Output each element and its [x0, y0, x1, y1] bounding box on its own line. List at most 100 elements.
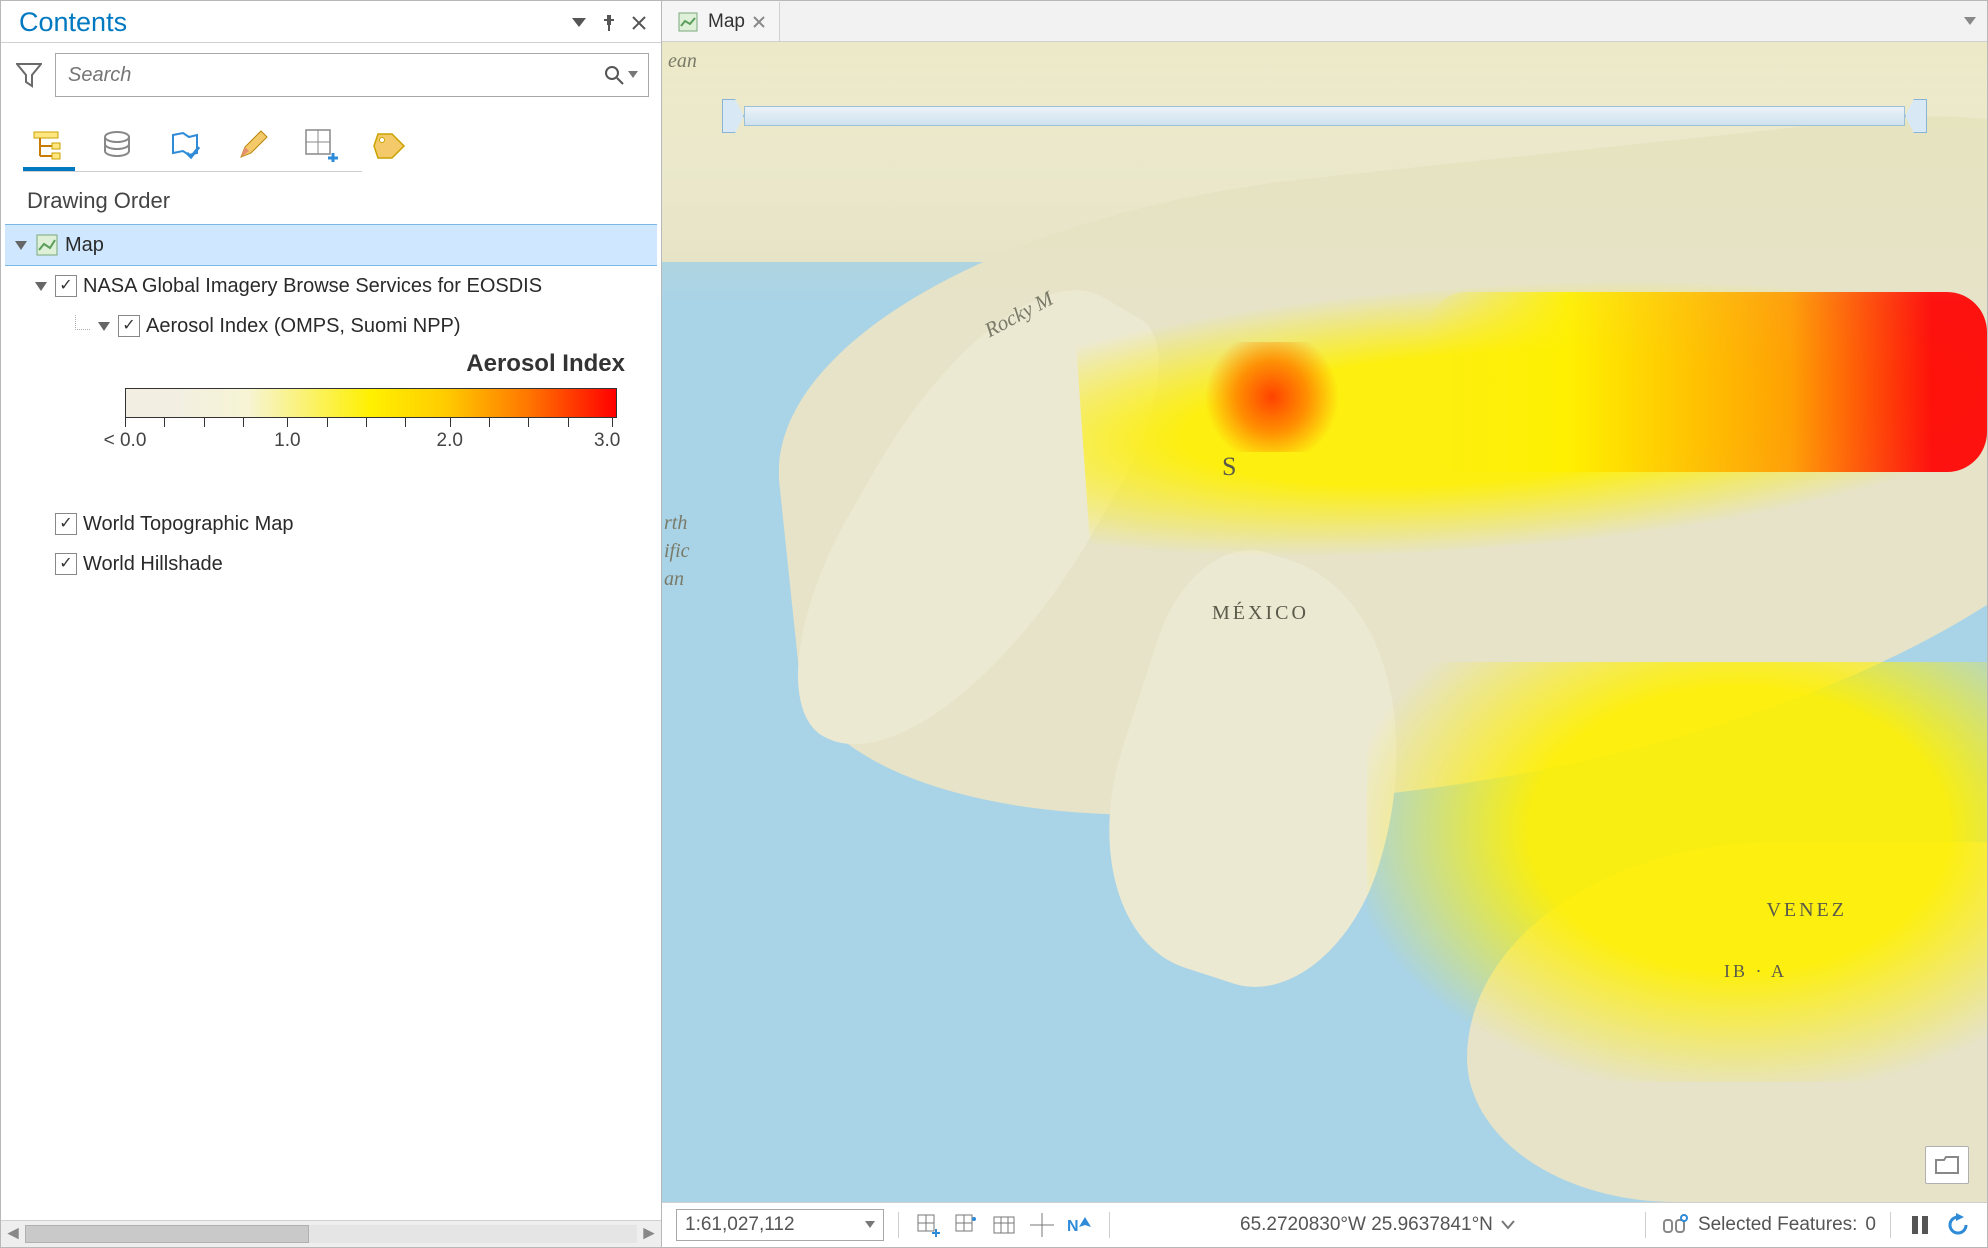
aerosol-haze-north	[662, 42, 1987, 302]
label-pacific-3: an	[664, 568, 684, 591]
label-pacific-1: rth	[664, 512, 687, 535]
caret-down-icon	[628, 71, 638, 79]
tree-map-label: Map	[65, 234, 104, 257]
caret-down-icon	[1964, 17, 1976, 25]
label-pacific-2: ific	[664, 540, 690, 563]
selected-features-label: Selected Features:	[1698, 1214, 1857, 1236]
dynamic-constraints-button[interactable]	[989, 1210, 1019, 1240]
layer-visibility-checkbox[interactable]	[55, 553, 77, 575]
time-slider-start-handle[interactable]	[722, 99, 744, 133]
legend-ticks	[125, 418, 617, 430]
layer-visibility-checkbox[interactable]	[55, 513, 77, 535]
triangle-down-icon	[35, 280, 47, 292]
map-canvas[interactable]: ean rth ific an Rocky M S MÉXICO VENEZ I…	[662, 42, 1987, 1202]
map-view-wrap: Map ean rth	[662, 0, 1988, 1248]
contents-hscrollbar[interactable]: ◄ ►	[1, 1220, 661, 1247]
legend-title: Aerosol Index	[65, 350, 637, 378]
layer-visibility-checkbox[interactable]	[55, 275, 77, 297]
list-by-labeling-button[interactable]	[369, 125, 409, 165]
legend: Aerosol Index < 0.0 1.0 2.0 3.0	[65, 350, 637, 454]
contents-header: Contents	[1, 1, 661, 43]
map-view-tab[interactable]: Map	[662, 1, 780, 41]
filter-button[interactable]	[13, 59, 45, 91]
legend-tick-0: < 0.0	[104, 430, 147, 452]
refresh-button[interactable]	[1943, 1210, 1973, 1240]
triangle-down-icon	[15, 239, 27, 251]
list-by-selection-button[interactable]	[165, 125, 205, 165]
tree-basemap2-node[interactable]: World Hillshade	[5, 544, 657, 584]
pencil-icon	[237, 129, 269, 161]
map-icon	[676, 10, 700, 34]
legend-tick-1: 1.0	[274, 430, 300, 452]
tree-basemap1-node[interactable]: World Topographic Map	[5, 504, 657, 544]
basemap-gallery-button[interactable]	[1925, 1146, 1969, 1184]
map-scale-input[interactable]: 1:61,027,112	[676, 1209, 884, 1241]
tree-basemap2-label: World Hillshade	[83, 553, 223, 576]
tree-service-node[interactable]: NASA Global Imagery Browse Services for …	[5, 266, 657, 306]
layer-visibility-checkbox[interactable]	[118, 315, 140, 337]
autohide-button[interactable]	[597, 11, 621, 35]
selection-binoculars-icon	[1662, 1214, 1688, 1236]
north-arrow-icon: N	[1067, 1213, 1093, 1237]
chevron-down-icon	[1501, 1220, 1515, 1230]
pause-drawing-button[interactable]	[1905, 1210, 1935, 1240]
search-box[interactable]	[55, 53, 649, 97]
sep	[1890, 1212, 1891, 1238]
pin-icon	[602, 15, 616, 31]
label-mexico: MÉXICO	[1212, 602, 1309, 625]
aerosol-plume-3	[1367, 662, 1987, 1082]
legend-tick-2: 2.0	[437, 430, 463, 452]
search-row	[1, 43, 661, 105]
table-icon	[992, 1213, 1016, 1237]
scroll-left-icon[interactable]: ◄	[1, 1221, 25, 1247]
label-us: S	[1222, 452, 1239, 482]
label-arctic: ean	[668, 50, 697, 73]
map-tab-label: Map	[708, 11, 745, 33]
scroll-right-icon[interactable]: ►	[637, 1221, 661, 1247]
north-arrow-button[interactable]: N	[1065, 1210, 1095, 1240]
crosshair-icon	[1030, 1213, 1054, 1237]
selected-features-count: 0	[1865, 1214, 1876, 1236]
scale-value: 1:61,027,112	[685, 1214, 795, 1236]
app-root: Contents	[0, 0, 1988, 1248]
list-by-drawing-order-button[interactable]	[29, 125, 69, 165]
search-input[interactable]	[66, 63, 604, 88]
view-menu-button[interactable]	[1953, 1, 1987, 41]
snapping-button[interactable]	[913, 1210, 943, 1240]
close-tab-button[interactable]	[753, 16, 765, 28]
label-ibra: IB · A	[1724, 961, 1787, 982]
grid-sparkle-icon	[954, 1213, 978, 1237]
tree-connector-icon	[75, 315, 90, 330]
time-slider-track[interactable]	[744, 106, 1905, 126]
show-selected-button[interactable]	[1660, 1210, 1690, 1240]
grid-corrections-button[interactable]	[951, 1210, 981, 1240]
database-icon	[101, 129, 133, 161]
scroll-thumb[interactable]	[25, 1225, 309, 1243]
close-pane-button[interactable]	[627, 11, 651, 35]
grid-plus-icon	[304, 128, 338, 162]
label-venez: VENEZ	[1766, 899, 1847, 922]
map-icon	[35, 233, 59, 257]
list-by-snapping-button[interactable]	[301, 125, 341, 165]
time-slider-end-handle[interactable]	[1905, 99, 1927, 133]
tree-map-node[interactable]: Map	[5, 224, 657, 266]
toolbar-underline	[23, 171, 639, 172]
tree-layer-label: Aerosol Index (OMPS, Suomi NPP)	[146, 315, 461, 338]
expander-icon[interactable]	[13, 237, 29, 253]
aerosol-hotspot-1	[1202, 342, 1342, 452]
expander-icon[interactable]	[33, 278, 49, 294]
search-go-button[interactable]	[604, 65, 638, 85]
time-slider[interactable]	[722, 102, 1927, 130]
scroll-track[interactable]	[25, 1225, 637, 1243]
pane-options-button[interactable]	[567, 11, 591, 35]
pause-icon	[1911, 1215, 1929, 1235]
coordinate-readout[interactable]: 65.2720830°W 25.9637841°N	[1124, 1214, 1631, 1236]
folder-icon	[1934, 1154, 1960, 1176]
tree-layer-node[interactable]: Aerosol Index (OMPS, Suomi NPP)	[5, 306, 657, 346]
expander-icon[interactable]	[96, 318, 112, 334]
list-by-source-button[interactable]	[97, 125, 137, 165]
grid-plus-icon	[916, 1213, 940, 1237]
sep	[1645, 1212, 1646, 1238]
inference-constraints-button[interactable]	[1027, 1210, 1057, 1240]
list-by-editing-button[interactable]	[233, 125, 273, 165]
